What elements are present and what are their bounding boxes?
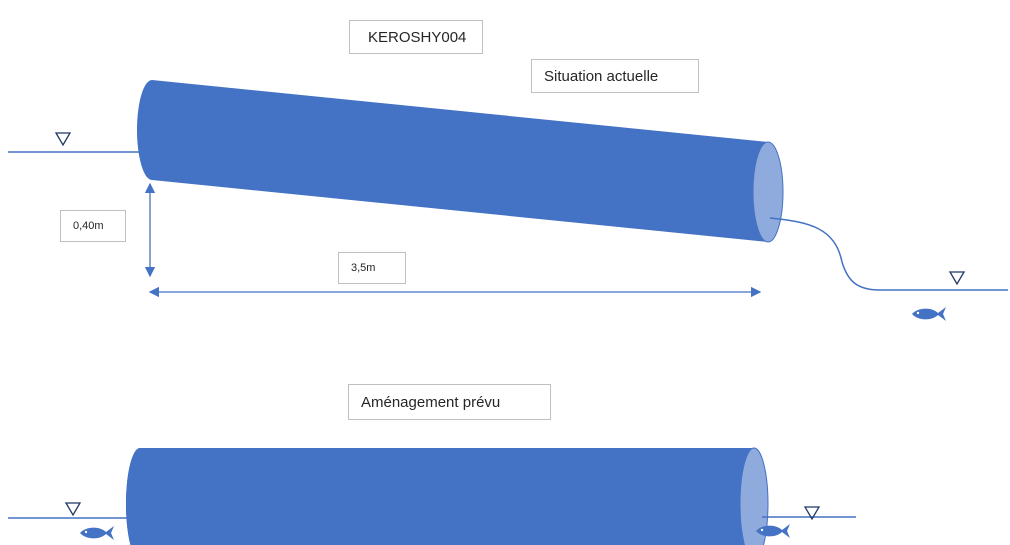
downstream-water-level-icon	[948, 271, 966, 286]
planned-work-label: Aménagement prévu	[348, 384, 551, 420]
outlet-water-fall	[769, 217, 1008, 291]
upstream-water-level-icon	[54, 132, 72, 147]
culvert-pipe-current	[137, 80, 783, 242]
planned-upstream-water-level-icon	[64, 502, 82, 517]
current-state-label: Situation actuelle	[531, 59, 699, 93]
current-state-text: Situation actuelle	[544, 67, 659, 85]
planned-upstream-fish-icon	[80, 526, 114, 540]
culvert-diagram	[8, 80, 1008, 545]
culvert-length-label: 3,5m	[338, 252, 406, 284]
culvert-id-text: KEROSHY004	[368, 28, 467, 46]
culvert-length-text: 3,5m	[351, 262, 376, 274]
culvert-outlet-opening-current	[752, 141, 784, 243]
culvert-id-label: KEROSHY004	[349, 20, 483, 54]
culvert-pipe-planned	[126, 448, 752, 545]
fish-icon	[912, 307, 946, 321]
planned-work-text: Aménagement prévu	[361, 393, 501, 411]
drop-height-label: 0,40m	[60, 210, 126, 242]
drop-height-text: 0,40m	[73, 220, 104, 232]
